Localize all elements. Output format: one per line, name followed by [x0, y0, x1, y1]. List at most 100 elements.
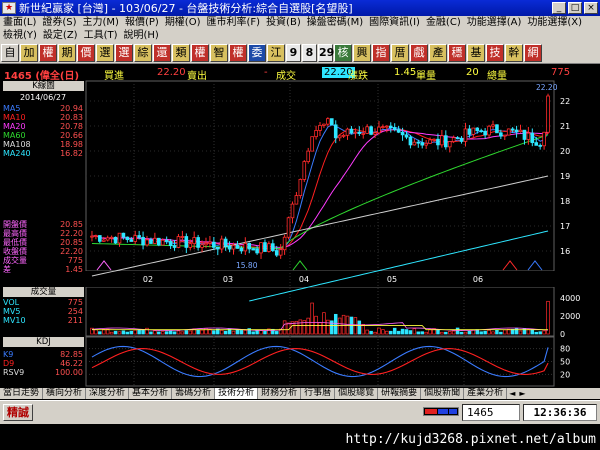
candle-body: [369, 126, 373, 135]
menu-item-11[interactable]: 功能選擇(X): [524, 16, 585, 29]
candle-body: [290, 203, 295, 219]
volume-bar: [184, 330, 189, 335]
menu-item-2[interactable]: 主力(M): [80, 16, 122, 29]
volume-box-label[interactable]: 成交量: [3, 287, 84, 297]
candle-body: [400, 131, 405, 136]
candle-body: [196, 237, 200, 248]
toolbar-button-5[interactable]: 選: [96, 43, 114, 62]
menu-item-1[interactable]: 證券(S): [39, 16, 79, 29]
toolbar-button-24[interactable]: 穩: [448, 43, 466, 62]
tab-11[interactable]: 產業分析: [464, 388, 508, 399]
toolbar-button-19[interactable]: 興: [353, 43, 371, 62]
tab-10[interactable]: 個股新聞: [421, 388, 465, 399]
menu-item-6[interactable]: 投資(B): [263, 16, 304, 29]
menu-item-0[interactable]: 畫面(L): [0, 16, 39, 29]
toolbar-button-10[interactable]: 權: [191, 43, 209, 62]
tab-3[interactable]: 基本分析: [129, 388, 173, 399]
volume-bar: [314, 315, 318, 335]
toolbar-button-12[interactable]: 權: [229, 43, 247, 62]
menu-item-10[interactable]: 功能選擇(A): [464, 16, 525, 29]
menu2-item-0[interactable]: 檢視(Y): [0, 29, 40, 42]
legend-name: MA20: [3, 122, 26, 131]
candle-body: [483, 130, 487, 136]
legend-name: K9: [3, 350, 14, 359]
menu2-item-1[interactable]: 設定(Z): [40, 29, 81, 42]
month-label: 04: [299, 275, 309, 284]
menu-item-5[interactable]: 匯市利率(F): [204, 16, 264, 29]
toolbar-button-2[interactable]: 權: [39, 43, 57, 62]
price-tick: 20: [560, 147, 570, 156]
volume-bar: [263, 330, 267, 335]
close-icon[interactable]: ×: [584, 2, 598, 14]
menu-item-8[interactable]: 國際資訊(I): [366, 16, 423, 29]
toolbar-button-20[interactable]: 指: [372, 43, 390, 62]
tab-1[interactable]: 橫向分析: [43, 388, 87, 399]
toolbar-button-4[interactable]: 價: [77, 43, 95, 62]
tab-9[interactable]: 研報摘要: [378, 388, 422, 399]
tab-8[interactable]: 個股總覽: [335, 388, 379, 399]
toolbar-button-25[interactable]: 基: [467, 43, 485, 62]
minimize-icon[interactable]: _: [552, 2, 566, 14]
toolbar-button-27[interactable]: 幹: [505, 43, 523, 62]
toolbar-button-11[interactable]: 智: [210, 43, 228, 62]
toolbar-button-16[interactable]: 8: [302, 43, 317, 62]
toolbar-button-15[interactable]: 9: [286, 43, 301, 62]
tab-5[interactable]: 技術分析: [215, 388, 259, 399]
candle-body: [219, 238, 224, 250]
volume-bar: [487, 329, 491, 335]
maximize-icon[interactable]: □: [568, 2, 582, 14]
candle-body: [357, 131, 362, 134]
candle-body: [101, 239, 106, 242]
legend-row: 最高價 22.20: [3, 229, 83, 238]
vol-value: 20: [466, 67, 479, 78]
toolbar-button-9[interactable]: 類: [172, 43, 190, 62]
tab-0[interactable]: 當日走勢: [0, 388, 44, 399]
tab-2[interactable]: 深度分析: [86, 388, 130, 399]
toolbar-button-13[interactable]: 委: [248, 43, 266, 62]
menu2-item-3[interactable]: 說明(H): [121, 29, 162, 42]
legend-value: 22.20: [60, 247, 83, 256]
toolbar-button-21[interactable]: 厝: [391, 43, 409, 62]
tab-6[interactable]: 財務分析: [258, 388, 302, 399]
legend-row: VOL 775: [3, 298, 83, 307]
tab-4[interactable]: 籌碼分析: [172, 388, 216, 399]
month-label: 02: [143, 275, 153, 284]
toolbar-button-0[interactable]: 自: [1, 43, 19, 62]
menu-item-9[interactable]: 金融(C): [423, 16, 464, 29]
brand-button[interactable]: 精誠: [3, 404, 33, 421]
menu-item-3[interactable]: 報價(P): [122, 16, 162, 29]
toolbar-button-22[interactable]: 戲: [410, 43, 428, 62]
menu-item-7[interactable]: 操盤密碼(M): [304, 16, 366, 29]
candle-body: [530, 132, 535, 144]
kd-box-label[interactable]: KDJ: [3, 337, 84, 347]
price-tick: 22: [560, 97, 570, 106]
quote-strip: 1465 (偉全(日) 買進 22.20 賣出 - 成交 22.20 漲跌 1.…: [0, 66, 600, 82]
toolbar-button-28[interactable]: 網: [524, 43, 542, 62]
volume-bar: [137, 329, 141, 335]
toolbar-button-17[interactable]: 29: [318, 43, 334, 62]
menu-item-4[interactable]: 期權(O): [162, 16, 204, 29]
candle-body: [424, 142, 428, 146]
toolbar-button-6[interactable]: 選: [115, 43, 133, 62]
toolbar-button-8[interactable]: 還: [153, 43, 171, 62]
stock-code-input[interactable]: 1465: [462, 404, 520, 421]
candle-body: [267, 243, 271, 252]
toolbar-button-23[interactable]: 產: [429, 43, 447, 62]
app-icon[interactable]: ★: [2, 2, 16, 14]
toolbar-button-7[interactable]: 綜: [134, 43, 152, 62]
tab-7[interactable]: 行事曆: [301, 388, 336, 399]
toolbar-button-3[interactable]: 期: [58, 43, 76, 62]
volume-bar: [223, 330, 228, 335]
toolbar-button-26[interactable]: 技: [486, 43, 504, 62]
menu2-item-2[interactable]: 工具(T): [81, 29, 121, 42]
kline-box-label[interactable]: K線圖: [3, 81, 84, 91]
candle-body: [302, 161, 307, 180]
tab-scroll-left-icon[interactable]: ◄: [507, 389, 517, 398]
toolbar-button-1[interactable]: 加: [20, 43, 38, 62]
legend-value: 20.94: [60, 104, 83, 113]
tab-scroll-right-icon[interactable]: ►: [517, 389, 527, 398]
toolbar-button-14[interactable]: 江: [267, 43, 285, 62]
technical-chart[interactable]: 02 03 04 05 06 22 21 20 19 18 17 16 22.20 15.80 4000 20…: [0, 80, 600, 388]
toolbar-button-18[interactable]: 核: [334, 43, 352, 62]
volume-bar: [503, 329, 507, 335]
